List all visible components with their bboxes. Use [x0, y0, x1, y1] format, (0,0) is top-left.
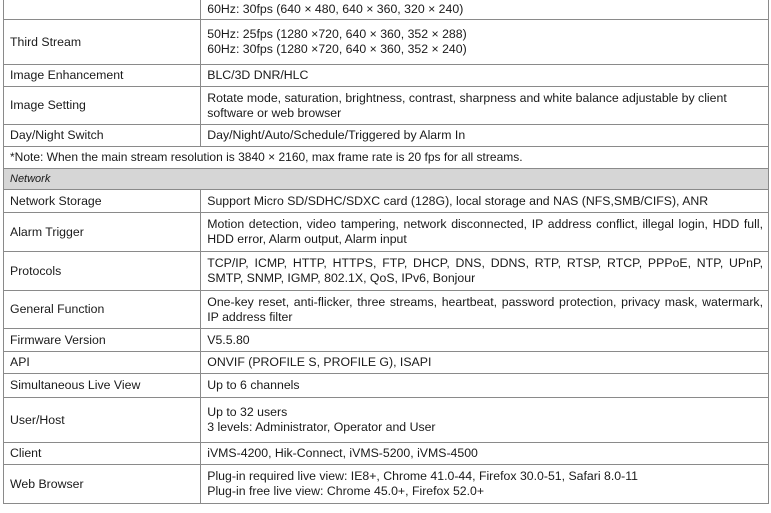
row-value: BLC/3D DNR/HLC	[200, 64, 769, 87]
row-value: Rotate mode, saturation, brightness, con…	[200, 86, 769, 125]
value-line: Plug-in free live view: Chrome 45.0+, Fi…	[207, 484, 485, 498]
table-row: Firmware Version V5.5.80	[2, 328, 769, 352]
value-line: 60Hz: 30fps (1280 ×720, 640 × 360, 352 ×…	[207, 42, 467, 56]
row-label: Image Enhancement	[2, 64, 202, 87]
table-row: Network Storage Support Micro SD/SDHC/SD…	[2, 189, 769, 213]
table-row: Alarm Trigger Motion detection, video ta…	[2, 212, 769, 252]
row-label: Protocols	[2, 251, 202, 291]
table-row: Day/Night Switch Day/Night/Auto/Schedule…	[2, 124, 769, 147]
row-value: Plug-in required live view: IE8+, Chrome…	[200, 464, 769, 504]
table-row: API ONVIF (PROFILE S, PROFILE G), ISAPI	[2, 351, 769, 374]
row-value: TCP/IP, ICMP, HTTP, HTTPS, FTP, DHCP, DN…	[200, 251, 769, 291]
value-line: Up to 32 users	[207, 405, 288, 419]
row-value: V5.5.80	[200, 328, 769, 352]
table-row: *Note: When the main stream resolution i…	[3, 146, 769, 169]
table-row: Third Stream 50Hz: 25fps (1280 ×720, 640…	[2, 19, 769, 65]
table-row: Web Browser Plug-in required live view: …	[2, 464, 769, 504]
row-label: Web Browser	[2, 464, 202, 504]
row-label: Third Stream	[2, 19, 202, 65]
row-label: Image Setting	[2, 86, 202, 125]
row-label: API	[2, 351, 202, 374]
row-label	[2, 0, 202, 20]
note-text: *Note: When the main stream resolution i…	[3, 146, 769, 169]
row-label: Firmware Version	[2, 328, 202, 352]
row-value: Support Micro SD/SDHC/SDXC card (128G), …	[200, 189, 769, 213]
row-label: Client	[2, 442, 202, 465]
section-header: Network	[3, 168, 769, 190]
table-row: Protocols TCP/IP, ICMP, HTTP, HTTPS, FTP…	[2, 251, 769, 291]
row-value: Motion detection, video tampering, netwo…	[200, 212, 769, 252]
row-label: Network Storage	[2, 189, 202, 213]
row-value: One-key reset, anti-flicker, three strea…	[200, 290, 769, 329]
row-value: 60Hz: 30fps (640 × 480, 640 × 360, 320 ×…	[200, 0, 769, 20]
table-row: Simultaneous Live View Up to 6 channels	[2, 373, 769, 398]
row-label: User/Host	[2, 397, 202, 443]
row-label: Alarm Trigger	[2, 212, 202, 252]
spec-table: 60Hz: 30fps (640 × 480, 640 × 360, 320 ×…	[2, 0, 769, 504]
row-value: Up to 6 channels	[200, 373, 769, 398]
section-title: Network	[3, 168, 769, 190]
table-row: User/Host Up to 32 users 3 levels: Admin…	[2, 397, 769, 443]
value-line: 50Hz: 25fps (1280 ×720, 640 × 360, 352 ×…	[207, 27, 467, 41]
table-row: General Function One-key reset, anti-fli…	[2, 290, 769, 329]
row-value: iVMS-4200, Hik-Connect, iVMS-5200, iVMS-…	[200, 442, 769, 465]
table-row: Image Enhancement BLC/3D DNR/HLC	[2, 64, 769, 87]
table-row: 60Hz: 30fps (640 × 480, 640 × 360, 320 ×…	[2, 0, 769, 20]
row-label: General Function	[2, 290, 202, 329]
value-line: Plug-in required live view: IE8+, Chrome…	[207, 469, 638, 483]
row-value: ONVIF (PROFILE S, PROFILE G), ISAPI	[200, 351, 769, 374]
row-label: Day/Night Switch	[2, 124, 202, 147]
value-line: 3 levels: Administrator, Operator and Us…	[207, 420, 436, 434]
row-value: 50Hz: 25fps (1280 ×720, 640 × 360, 352 ×…	[200, 19, 769, 65]
row-value: Day/Night/Auto/Schedule/Triggered by Ala…	[200, 124, 769, 147]
table-row: Image Setting Rotate mode, saturation, b…	[2, 86, 769, 125]
table-row: Client iVMS-4200, Hik-Connect, iVMS-5200…	[2, 442, 769, 465]
row-label: Simultaneous Live View	[2, 373, 202, 398]
row-value: Up to 32 users 3 levels: Administrator, …	[200, 397, 769, 443]
